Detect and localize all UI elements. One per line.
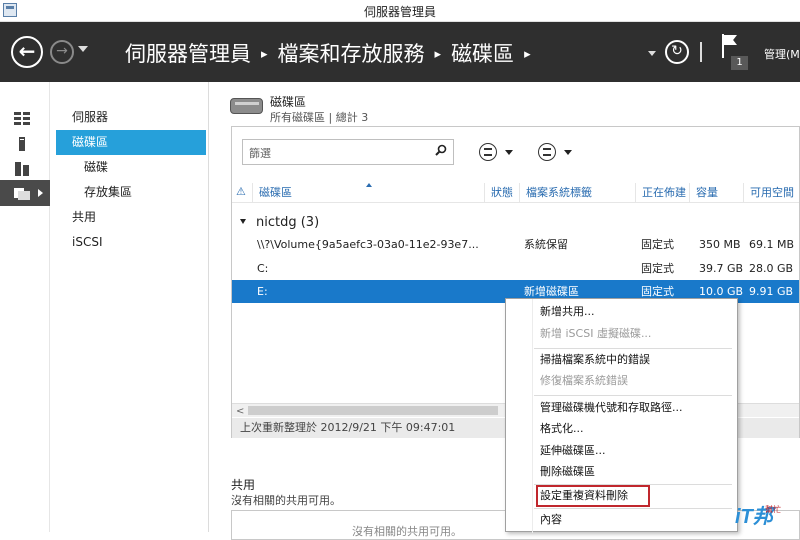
- menu-item-extend-volume[interactable]: 延伸磁碟區...: [540, 441, 606, 461]
- save-query-button[interactable]: [538, 143, 556, 161]
- volume-icon: [230, 98, 263, 114]
- column-free-space[interactable]: 可用空間: [743, 183, 799, 203]
- breadcrumb-separator-icon: ▸: [524, 47, 531, 62]
- menu-separator: [534, 395, 732, 396]
- sidebar-item-shares[interactable]: 共用: [56, 205, 206, 230]
- local-server-icon[interactable]: [0, 131, 50, 157]
- sidebar: 伺服器 磁碟區 磁碟 存放集區 共用 iSCSI: [56, 105, 206, 255]
- expand-arrow-icon: [38, 189, 43, 197]
- search-icon[interactable]: [435, 144, 447, 156]
- menu-item-properties[interactable]: 內容: [540, 510, 562, 530]
- column-capacity[interactable]: 容量: [689, 183, 743, 203]
- breadcrumb-item-server-manager[interactable]: 伺服器管理員: [125, 38, 251, 68]
- shares-subtitle: 沒有相關的共用可用。: [231, 494, 341, 507]
- icon-rail: [0, 82, 50, 532]
- menu-item-scan-errors[interactable]: 掃描檔案系統中的錯誤: [540, 350, 650, 370]
- menu-item-new-iscsi-disk: 新增 iSCSI 虛擬磁碟...: [540, 327, 652, 340]
- column-headers: ⚠ 磁碟區 狀態 檔案系統標籤 正在佈建 容量 可用空間: [232, 183, 799, 203]
- dashboard-icon[interactable]: [0, 106, 50, 132]
- title-bar: 伺服器管理員: [0, 0, 800, 22]
- volumes-title: 磁碟區: [270, 95, 307, 109]
- warning-column-icon[interactable]: ⚠: [236, 185, 246, 198]
- collapse-group-icon[interactable]: [240, 219, 246, 224]
- shares-title: 共用: [231, 478, 256, 492]
- column-fs-label[interactable]: 檔案系統標籤: [519, 183, 635, 203]
- nav-band: ← → 伺服器管理員 ▸ 檔案和存放服務 ▸ 磁碟區 ▸ ↻ 1 管理(M: [0, 22, 800, 82]
- cell-capacity: 39.7 GB: [699, 262, 744, 275]
- forward-button[interactable]: →: [50, 40, 74, 64]
- cell-free-space: 28.0 GB: [749, 262, 794, 275]
- volumes-subtitle: 所有磁碟區 | 總計 3: [270, 111, 369, 124]
- pane-splitter[interactable]: [208, 82, 209, 532]
- menu-item-format[interactable]: 格式化...: [540, 419, 584, 439]
- breadcrumb-item-file-storage[interactable]: 檔案和存放服務: [278, 38, 425, 68]
- all-servers-icon[interactable]: [0, 156, 50, 182]
- notification-count-badge: 1: [731, 56, 748, 70]
- history-dropdown-icon[interactable]: [78, 46, 88, 52]
- menu-item-repair-errors: 修復檔案系統錯誤: [540, 374, 628, 387]
- menu-separator: [534, 508, 732, 509]
- menu-separator: [534, 348, 732, 349]
- breadcrumb-item-volumes[interactable]: 磁碟區: [451, 38, 514, 68]
- breadcrumb-dropdown-icon[interactable]: [648, 51, 656, 56]
- breadcrumb-separator-icon: ▸: [261, 47, 268, 62]
- menu-item-drive-letter[interactable]: 管理磁碟機代號和存取路徑...: [540, 398, 683, 418]
- file-storage-icon[interactable]: [0, 180, 50, 206]
- cell-capacity: 350 MB: [699, 238, 741, 251]
- sidebar-item-servers[interactable]: 伺服器: [56, 105, 206, 130]
- menu-item-delete-volume[interactable]: 刪除磁碟區: [540, 462, 595, 482]
- menu-item-new-share[interactable]: 新增共用...: [540, 302, 595, 322]
- cell-free-space: 69.1 MB: [749, 238, 795, 251]
- table-row[interactable]: \\?\Volume{9a5aefc3-03a0-11e2-93e7... 系統…: [232, 233, 799, 256]
- filter-placeholder: 篩選: [249, 147, 271, 160]
- scrollbar-thumb[interactable]: [248, 406, 498, 415]
- sidebar-item-volumes[interactable]: 磁碟區: [56, 130, 206, 155]
- column-provisioning[interactable]: 正在佈建: [635, 183, 689, 203]
- breadcrumb-separator-icon: ▸: [434, 47, 442, 62]
- group-label: nictdg (3): [256, 215, 320, 230]
- sidebar-item-disks[interactable]: 磁碟: [56, 155, 206, 180]
- sidebar-item-storage-pools[interactable]: 存放集區: [56, 180, 206, 205]
- cell-fs-label: 系統保留: [524, 238, 568, 251]
- watermark-small-text: 幫忙: [765, 505, 781, 514]
- group-header[interactable]: nictdg (3): [240, 215, 319, 230]
- scroll-left-icon[interactable]: <: [236, 406, 244, 417]
- cell-provisioning: 固定式: [641, 238, 674, 251]
- breadcrumb: 伺服器管理員 ▸ 檔案和存放服務 ▸ 磁碟區 ▸: [125, 38, 541, 68]
- save-query-dropdown-icon[interactable]: [564, 150, 572, 155]
- refresh-button[interactable]: ↻: [665, 40, 689, 64]
- view-options-button[interactable]: [479, 143, 497, 161]
- cell-volume: E:: [257, 285, 268, 298]
- cell-volume: C:: [257, 262, 269, 275]
- sidebar-item-iscsi[interactable]: iSCSI: [56, 230, 206, 255]
- cell-free-space: 9.91 GB: [749, 285, 794, 298]
- notifications-flag-icon[interactable]: [722, 34, 740, 58]
- cell-provisioning: 固定式: [641, 262, 674, 275]
- column-status[interactable]: 狀態: [484, 183, 519, 203]
- window-title: 伺服器管理員: [363, 5, 436, 19]
- view-options-dropdown-icon[interactable]: [505, 150, 513, 155]
- toolbar-divider: [700, 42, 702, 62]
- back-button[interactable]: ←: [11, 36, 43, 68]
- filter-input[interactable]: 篩選: [242, 139, 454, 165]
- column-volume[interactable]: 磁碟區: [252, 183, 484, 203]
- context-menu-gutter: [532, 299, 533, 533]
- shares-empty-text: 沒有相關的共用可用。: [352, 525, 462, 538]
- manage-menu[interactable]: 管理(M: [764, 46, 800, 62]
- menu-item-configure-dedup[interactable]: 設定重複資料刪除: [540, 486, 628, 506]
- watermark-logo: iT邦 幫忙: [735, 500, 797, 530]
- table-row[interactable]: C: 固定式 39.7 GB 28.0 GB: [232, 257, 799, 280]
- context-menu: 新增共用... 新增 iSCSI 虛擬磁碟... 掃描檔案系統中的錯誤 修復檔案…: [505, 298, 738, 533]
- cell-volume: \\?\Volume{9a5aefc3-03a0-11e2-93e7...: [257, 238, 479, 251]
